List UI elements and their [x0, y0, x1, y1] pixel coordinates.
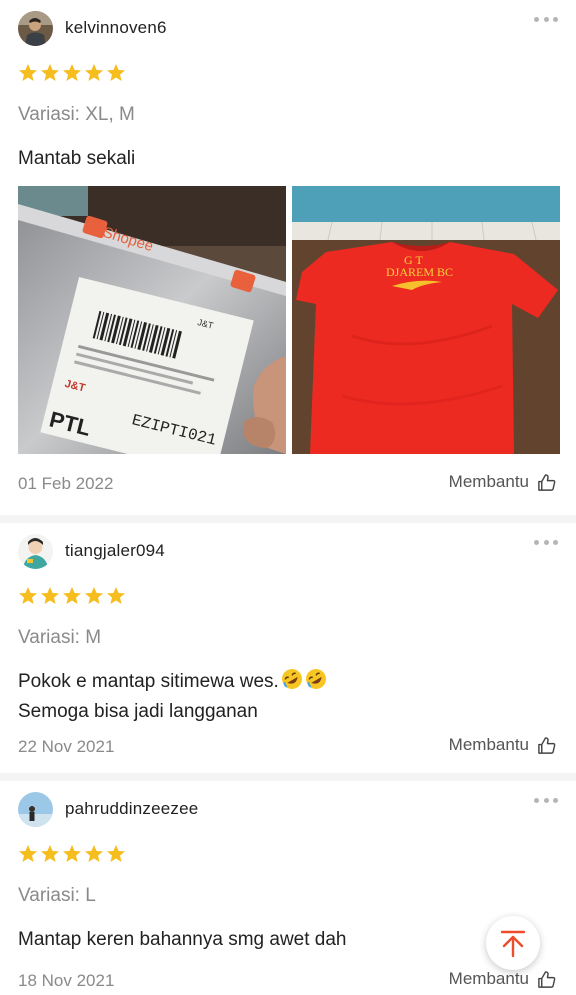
more-dots-icon[interactable] — [534, 795, 558, 805]
star-icon — [107, 64, 125, 81]
comment-line: Mantap keren bahannya smg awet dah — [18, 929, 347, 950]
helpful-label: Membantu — [448, 969, 529, 988]
star-icon — [107, 845, 125, 862]
thumbs-up-icon — [538, 736, 556, 754]
variant-label: Variasi: M — [18, 627, 102, 648]
user-avatar[interactable] — [18, 533, 53, 569]
more-dots-icon[interactable] — [534, 537, 558, 547]
more-dots-icon[interactable] — [534, 14, 558, 24]
red-jersey-photo[interactable]: G T DJAREM BC — [292, 186, 560, 454]
helpful-button[interactable]: Membantu — [449, 735, 556, 755]
rolling-laughing-emoji-icon — [305, 669, 326, 689]
comment-text: Pokok e mantap sitimewa wes. — [18, 671, 279, 692]
review-date: 18 Nov 2021 — [18, 971, 115, 990]
review-header: tiangjaler094 — [18, 533, 165, 569]
helpful-button[interactable]: Membantu — [449, 969, 556, 989]
star-icon — [107, 587, 125, 604]
username[interactable]: kelvinnoven6 — [65, 18, 167, 38]
divider — [0, 515, 576, 523]
helpful-label: Membantu — [448, 735, 529, 754]
star-icon — [41, 64, 59, 81]
review-photos: Shopee J&T J&T EZIPTI021 PTL G T DJAREM … — [18, 186, 560, 454]
comment-line: Mantab sekali — [18, 148, 136, 169]
review-header: kelvinnoven6 — [18, 10, 167, 46]
comment-line: Pokok e mantap sitimewa wes. — [18, 667, 327, 697]
review-comment: Mantab sekali — [18, 144, 135, 174]
thumbs-up-icon — [538, 473, 556, 491]
review-comment: Mantap keren bahannya smg awet dah — [18, 925, 347, 955]
thumbs-up-icon — [538, 970, 556, 988]
rating-stars — [18, 63, 126, 83]
package-photo[interactable]: Shopee J&T J&T EZIPTI021 PTL — [18, 186, 286, 454]
review-date: 01 Feb 2022 — [18, 474, 114, 493]
user-avatar[interactable] — [18, 791, 53, 827]
review-comment: Pokok e mantap sitimewa wes. Semoga bisa… — [18, 667, 327, 727]
rating-stars — [18, 844, 126, 864]
star-icon — [63, 845, 81, 862]
review-date: 22 Nov 2021 — [18, 737, 115, 756]
star-icon — [41, 845, 59, 862]
star-icon — [19, 64, 37, 81]
star-icon — [85, 845, 103, 862]
jersey-text-bottom: DJAREM BC — [386, 265, 453, 279]
divider — [0, 773, 576, 781]
review-header: pahruddinzeezee — [18, 791, 198, 827]
comment-line: Semoga bisa jadi langganan — [18, 701, 258, 722]
variant-label: Variasi: XL, M — [18, 104, 135, 125]
username[interactable]: tiangjaler094 — [65, 541, 165, 561]
star-icon — [63, 64, 81, 81]
username[interactable]: pahruddinzeezee — [65, 799, 198, 819]
star-icon — [19, 845, 37, 862]
star-icon — [41, 587, 59, 604]
scroll-to-top-button[interactable] — [486, 916, 540, 970]
helpful-button[interactable]: Membantu — [449, 472, 556, 492]
star-icon — [85, 587, 103, 604]
user-avatar[interactable] — [18, 10, 53, 46]
review-card: pahruddinzeezee Variasi: L Mantap keren … — [0, 781, 576, 995]
rolling-laughing-emoji-icon — [281, 669, 302, 689]
review-card: tiangjaler094 Variasi: M Pokok e mantap … — [0, 523, 576, 773]
helpful-label: Membantu — [448, 472, 529, 491]
arrow-to-top-icon — [500, 930, 526, 958]
star-icon — [19, 587, 37, 604]
star-icon — [63, 587, 81, 604]
variant-label: Variasi: L — [18, 885, 96, 906]
rating-stars — [18, 586, 126, 606]
review-card: kelvinnoven6 Variasi: XL, M Mantab sekal… — [0, 0, 576, 515]
star-icon — [85, 64, 103, 81]
